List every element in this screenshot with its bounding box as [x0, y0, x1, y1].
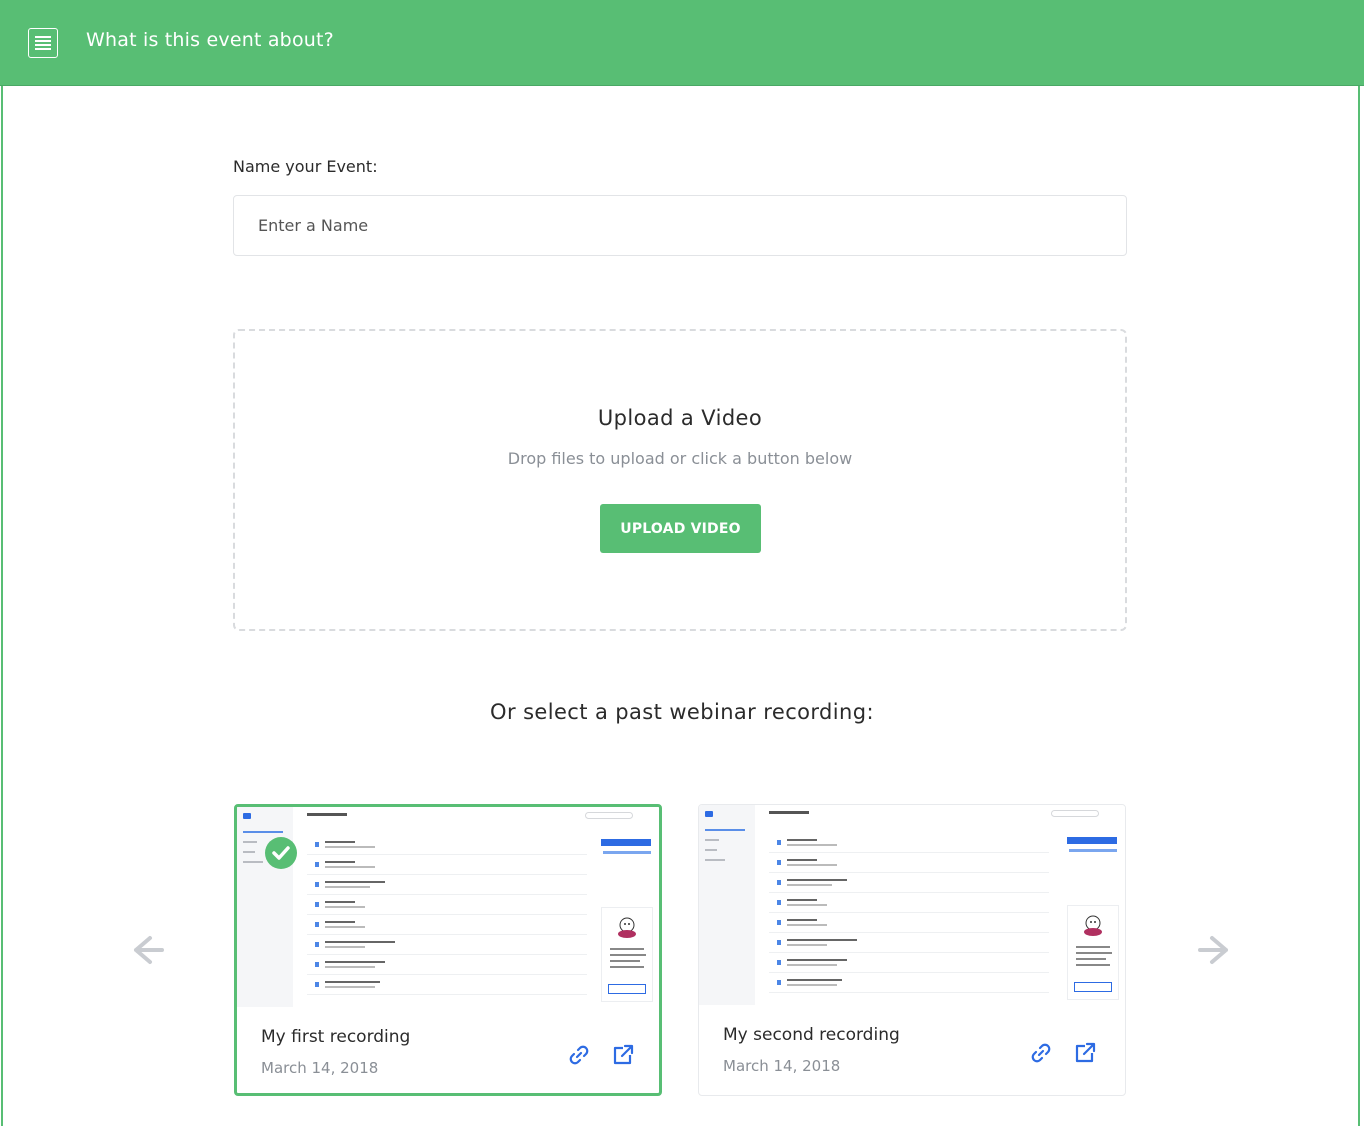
copy-link-icon[interactable] [1029, 1041, 1053, 1065]
arrow-left-icon[interactable] [126, 930, 166, 970]
upload-video-button[interactable]: UPLOAD VIDEO [600, 504, 761, 553]
open-external-icon[interactable] [611, 1043, 635, 1067]
event-name-label: Name your Event: [233, 157, 378, 176]
header-title: What is this event about? [86, 29, 334, 51]
event-name-input[interactable] [233, 195, 1127, 256]
recording-card-second[interactable]: My second recording March 14, 2018 [698, 804, 1126, 1096]
past-recordings-heading: Or select a past webinar recording: [490, 700, 874, 724]
video-dropzone[interactable]: Upload a Video Drop files to upload or c… [233, 329, 1127, 631]
recording-card-first[interactable]: My first recording March 14, 2018 [234, 804, 662, 1096]
open-external-icon[interactable] [1073, 1041, 1097, 1065]
document-lines-icon [28, 28, 58, 58]
upload-subtitle: Drop files to upload or click a button b… [507, 449, 853, 468]
recording-thumbnail [699, 805, 1125, 1013]
page-header: What is this event about? [0, 0, 1364, 86]
recording-date: March 14, 2018 [723, 1057, 841, 1075]
upload-title: Upload a Video [597, 406, 763, 430]
selected-check-icon [265, 837, 297, 869]
recording-title: My first recording [261, 1027, 411, 1047]
recording-date: March 14, 2018 [261, 1059, 379, 1077]
recording-title: My second recording [723, 1025, 900, 1045]
recording-thumbnail [237, 807, 659, 1015]
copy-link-icon[interactable] [567, 1043, 591, 1067]
arrow-right-icon[interactable] [1196, 930, 1236, 970]
